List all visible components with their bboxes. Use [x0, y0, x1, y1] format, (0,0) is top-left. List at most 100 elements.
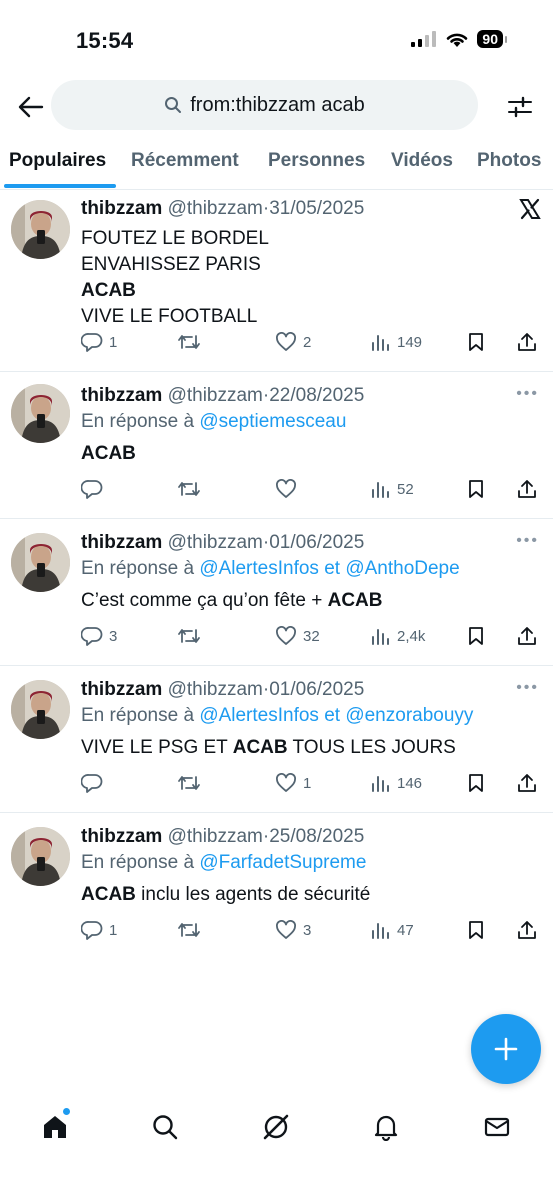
tab-populaires[interactable]: Populaires	[9, 150, 106, 172]
reply-mentions[interactable]: @AlertesInfos et @AnthoDepe	[199, 558, 459, 579]
reply-count: 3	[109, 627, 118, 645]
reply-prefix: En réponse à	[81, 705, 195, 726]
tweet-date[interactable]: 25/08/2025	[269, 826, 364, 847]
views-icon	[372, 482, 389, 498]
avatar[interactable]	[11, 384, 70, 443]
reply-button[interactable]: 3	[81, 626, 117, 646]
bookmark-icon	[469, 774, 483, 792]
bookmark-button[interactable]	[467, 626, 485, 646]
tweet-text-line: FOUTEZ LE BORDEL	[81, 228, 269, 249]
author-name[interactable]: thibzzam	[81, 826, 162, 847]
tweet-date[interactable]: 31/05/2025	[269, 198, 364, 219]
nav-search[interactable]	[148, 1110, 182, 1144]
back-button[interactable]	[14, 90, 48, 124]
views-icon	[372, 776, 389, 792]
tweet-meta: thibzzam @thibzzam·25/08/2025	[81, 824, 541, 850]
bookmark-button[interactable]	[467, 479, 485, 499]
tweet-meta: thibzzam @thibzzam·22/08/2025	[81, 383, 541, 409]
views-button[interactable]: 146	[371, 773, 422, 793]
reply-context: En réponse à @FarfadetSupreme	[81, 850, 541, 876]
tab-photos[interactable]: Photos	[477, 150, 541, 172]
reply-button[interactable]: 1	[81, 332, 117, 352]
tweet[interactable]: thibzzam @thibzzam·22/08/2025 En réponse…	[0, 372, 553, 519]
tweet-text-before: C’est comme ça qu’on fête +	[81, 590, 328, 611]
avatar[interactable]	[11, 200, 70, 259]
share-button[interactable]	[517, 332, 537, 352]
avatar[interactable]	[11, 533, 70, 592]
tab-recemment[interactable]: Récemment	[131, 150, 239, 172]
x-logo-icon	[519, 198, 541, 225]
author-handle[interactable]: @thibzzam	[168, 532, 263, 553]
author-name[interactable]: thibzzam	[81, 532, 162, 553]
bookmark-icon	[469, 627, 483, 645]
tweet-body: thibzzam @thibzzam·22/08/2025 En réponse…	[81, 383, 541, 467]
author-handle[interactable]: @thibzzam	[168, 679, 263, 700]
notifications-icon	[374, 1115, 398, 1141]
more-options-icon[interactable]: •••	[516, 533, 539, 549]
share-icon	[518, 774, 536, 792]
avatar[interactable]	[11, 827, 70, 886]
share-button[interactable]	[517, 920, 537, 940]
author-handle[interactable]: @thibzzam	[168, 198, 263, 219]
nav-notifications[interactable]	[369, 1110, 403, 1144]
tweet[interactable]: thibzzam @thibzzam·01/06/2025 En réponse…	[0, 519, 553, 666]
like-button[interactable]: 3	[275, 920, 311, 940]
tab-personnes[interactable]: Personnes	[268, 150, 365, 172]
retweet-button[interactable]	[177, 920, 207, 940]
retweet-button[interactable]	[177, 479, 207, 499]
share-button[interactable]	[517, 626, 537, 646]
tweet-date[interactable]: 22/08/2025	[269, 385, 364, 406]
views-button[interactable]: 52	[371, 479, 414, 499]
reply-mentions[interactable]: @septiemesceau	[199, 411, 346, 432]
more-options-icon[interactable]: •••	[516, 386, 539, 402]
reply-button[interactable]: 1	[81, 920, 117, 940]
author-name[interactable]: thibzzam	[81, 198, 162, 219]
reply-button[interactable]	[81, 479, 109, 499]
views-button[interactable]: 47	[371, 920, 414, 940]
tweet[interactable]: thibzzam @thibzzam·01/06/2025 En réponse…	[0, 666, 553, 813]
reply-mentions[interactable]: @AlertesInfos et @enzorabouyy	[199, 705, 473, 726]
author-handle[interactable]: @thibzzam	[168, 385, 263, 406]
bookmark-button[interactable]	[467, 773, 485, 793]
retweet-button[interactable]	[177, 773, 207, 793]
author-name[interactable]: thibzzam	[81, 679, 162, 700]
views-button[interactable]: 2,4k	[371, 626, 425, 646]
reply-mentions[interactable]: @FarfadetSupreme	[199, 852, 366, 873]
nav-home[interactable]	[38, 1108, 72, 1144]
nav-grok[interactable]	[259, 1110, 293, 1144]
like-button[interactable]: 32	[275, 626, 320, 646]
reply-icon	[81, 480, 103, 499]
like-button[interactable]: 1	[275, 773, 311, 793]
tweet-date[interactable]: 01/06/2025	[269, 532, 364, 553]
avatar[interactable]	[11, 680, 70, 739]
search-filters-button[interactable]	[503, 90, 537, 124]
retweet-button[interactable]	[177, 332, 207, 352]
author-handle[interactable]: @thibzzam	[168, 826, 263, 847]
views-button[interactable]: 149	[371, 332, 422, 352]
tweet[interactable]: thibzzam @thibzzam·31/05/2025 FOUTEZ LE …	[0, 190, 553, 372]
share-button[interactable]	[517, 479, 537, 499]
bookmark-button[interactable]	[467, 920, 485, 940]
search-input[interactable]: from:thibzzam acab	[51, 80, 478, 130]
plus-icon	[494, 1037, 518, 1061]
tweet[interactable]: thibzzam @thibzzam·25/08/2025 En réponse…	[0, 813, 553, 960]
reply-icon	[81, 774, 103, 793]
share-icon	[518, 480, 536, 498]
author-name[interactable]: thibzzam	[81, 385, 162, 406]
nav-messages[interactable]	[480, 1110, 514, 1144]
back-arrow-icon	[18, 96, 44, 118]
bookmark-button[interactable]	[467, 332, 485, 352]
reply-icon	[81, 333, 103, 352]
reply-button[interactable]	[81, 773, 109, 793]
view-count: 52	[397, 480, 414, 498]
tweet-text: C’est comme ça qu’on fête + ACAB	[81, 588, 541, 614]
more-options-icon[interactable]: •••	[516, 680, 539, 696]
share-button[interactable]	[517, 773, 537, 793]
retweet-button[interactable]	[177, 626, 207, 646]
tweet-date[interactable]: 01/06/2025	[269, 679, 364, 700]
compose-button[interactable]	[471, 1014, 541, 1084]
tab-videos[interactable]: Vidéos	[391, 150, 453, 172]
like-button[interactable]: 2	[275, 332, 311, 352]
like-button[interactable]	[275, 479, 303, 499]
grok-icon	[263, 1114, 289, 1140]
